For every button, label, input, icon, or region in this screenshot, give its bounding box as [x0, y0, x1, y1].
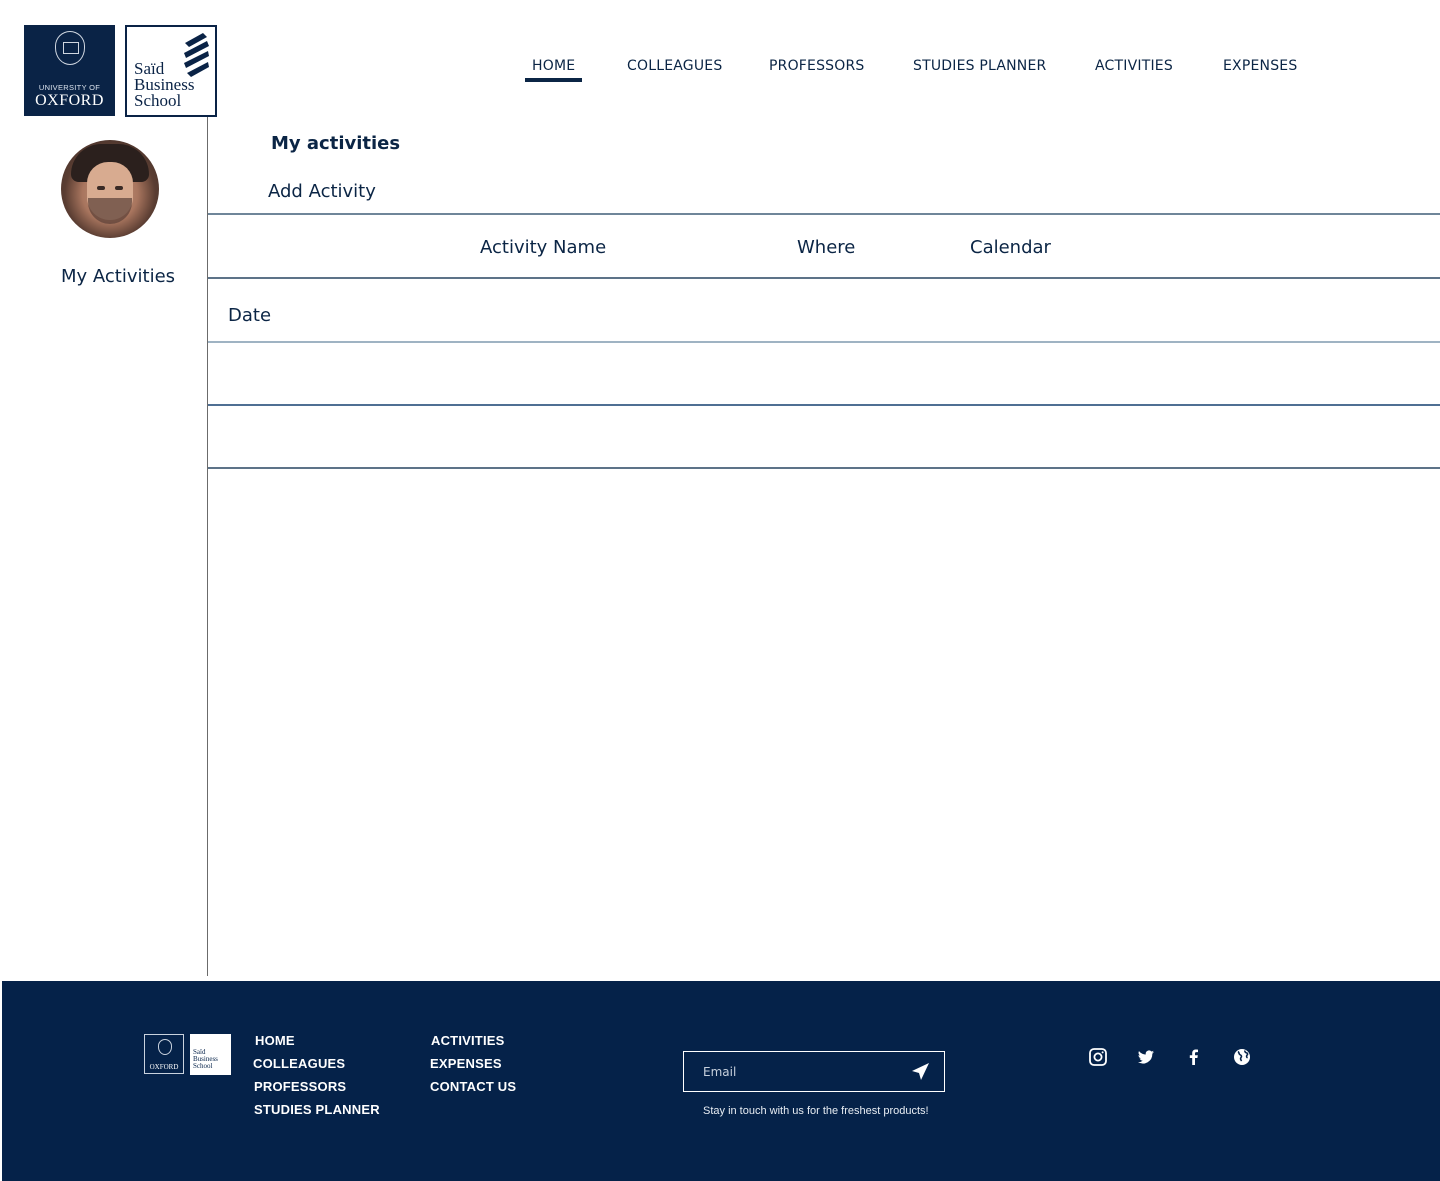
table-row: Date [228, 305, 272, 326]
said-business-school-logo: Saïd Business School [190, 1034, 231, 1075]
column-header-where: Where [797, 237, 856, 258]
footer-link-professors[interactable]: PROFESSORS [254, 1079, 346, 1094]
footer-link-contact-us[interactable]: CONTACT US [430, 1079, 516, 1094]
instagram-icon[interactable] [1088, 1047, 1108, 1067]
oxford-logo-text: OXFORD [35, 92, 104, 109]
nav-item-home[interactable]: HOME [524, 58, 583, 82]
column-header-activity-name: Activity Name [480, 237, 607, 258]
sidebar-divider [207, 117, 208, 976]
footer-link-expenses[interactable]: EXPENSES [430, 1056, 502, 1071]
said-logo-text: Saïd Business School [134, 59, 195, 110]
page-title: My activities [271, 133, 401, 154]
divider [208, 341, 1440, 343]
send-icon[interactable] [910, 1062, 930, 1082]
said-business-school-logo: Saïd Business School [125, 25, 217, 117]
newsletter-form [683, 1051, 945, 1092]
oxford-logo-small-text: UNIVERSITY OF [38, 83, 101, 92]
sidebar-item-my-activities[interactable]: My Activities [61, 266, 175, 287]
nav-item-studies-planner[interactable]: STUDIES PLANNER [913, 58, 1046, 74]
avatar[interactable] [61, 140, 159, 238]
footer-logo[interactable]: OXFORD Saïd Business School [144, 1034, 231, 1075]
email-field[interactable] [684, 1052, 894, 1091]
footer-link-home[interactable]: HOME [255, 1033, 295, 1048]
add-activity-button[interactable]: Add Activity [268, 181, 376, 202]
divider [208, 277, 1440, 279]
twitter-icon[interactable] [1136, 1047, 1156, 1067]
oxford-logo: UNIVERSITY OF OXFORD [24, 25, 115, 116]
globe-icon[interactable] [1232, 1047, 1252, 1067]
footer: OXFORD Saïd Business School HOME COLLEAGUE… [2, 981, 1440, 1181]
nav-item-colleagues[interactable]: COLLEAGUES [627, 58, 722, 74]
footer-link-studies-planner[interactable]: STUDIES PLANNER [254, 1102, 380, 1117]
site-logo[interactable]: UNIVERSITY OF OXFORD Saïd Business Schoo… [24, 25, 217, 117]
nav-item-expenses[interactable]: EXPENSES [1223, 58, 1297, 74]
divider [208, 213, 1440, 215]
facebook-icon[interactable] [1184, 1047, 1204, 1067]
crest-icon [55, 31, 85, 65]
nav-item-activities[interactable]: ACTIVITIES [1095, 58, 1173, 74]
footer-link-activities[interactable]: ACTIVITIES [431, 1033, 505, 1048]
newsletter-text: Stay in touch with us for the freshest p… [703, 1105, 929, 1117]
column-header-calendar: Calendar [970, 237, 1051, 258]
crest-icon [158, 1039, 172, 1055]
nav-item-professors[interactable]: PROFESSORS [769, 58, 865, 74]
divider [208, 404, 1440, 406]
divider [208, 467, 1440, 469]
oxford-logo: OXFORD [144, 1034, 184, 1074]
footer-link-colleagues[interactable]: COLLEAGUES [253, 1056, 345, 1071]
